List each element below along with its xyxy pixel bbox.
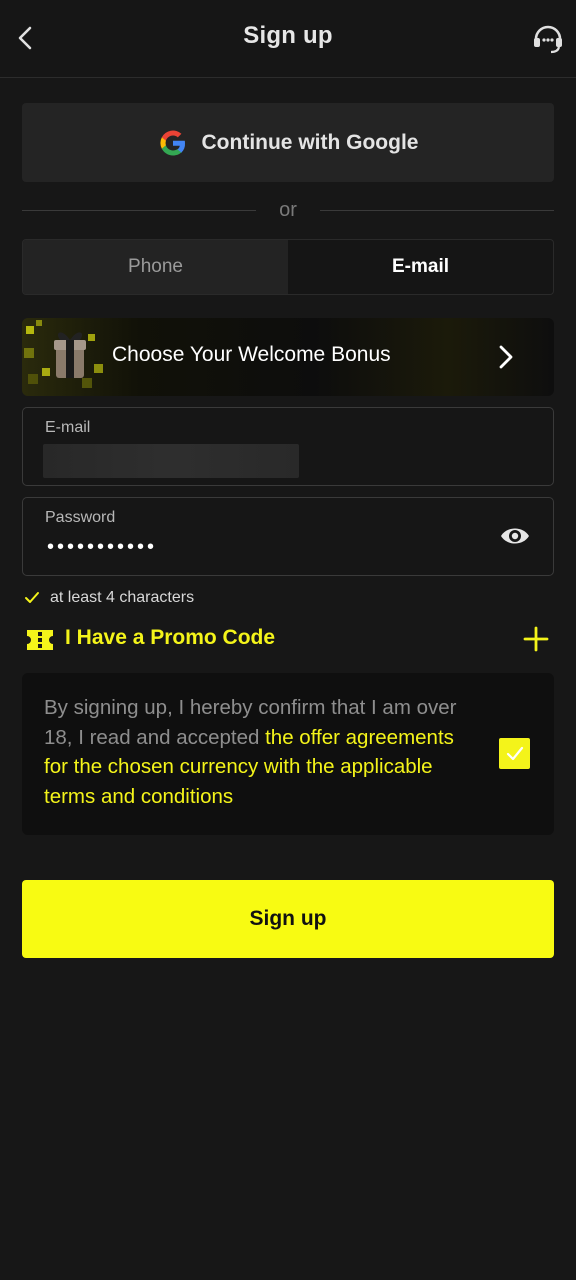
welcome-bonus-label: Choose Your Welcome Bonus <box>112 343 391 366</box>
password-value: ••••••••••• <box>47 536 158 558</box>
terms-panel: By signing up, I hereby confirm that I a… <box>22 673 554 835</box>
page-title: Sign up <box>243 22 333 49</box>
email-field[interactable]: E-mail <box>22 407 554 486</box>
promo-code-label: I Have a Promo Code <box>65 626 276 649</box>
continue-with-google-button[interactable]: Continue with Google <box>22 103 554 182</box>
password-hint-text: at least 4 characters <box>50 589 195 606</box>
top-bar: Sign up <box>0 0 576 78</box>
promo-code-toggle[interactable]: I Have a Promo Code <box>22 622 554 660</box>
headset-icon <box>534 25 562 54</box>
check-icon <box>506 746 523 760</box>
check-icon <box>25 592 39 603</box>
google-button-label: Continue with Google <box>201 130 419 154</box>
signup-method-tabs: Phone E-mail <box>22 239 554 295</box>
gift-icon <box>24 320 103 388</box>
tab-email[interactable]: E-mail <box>288 240 553 294</box>
support-button[interactable] <box>530 20 566 56</box>
ticket-icon <box>27 630 53 650</box>
tab-phone[interactable]: Phone <box>23 240 288 294</box>
terms-text: By signing up, I hereby confirm that I a… <box>44 693 474 811</box>
terms-checkbox[interactable] <box>499 738 530 769</box>
sign-up-button[interactable]: Sign up <box>22 880 554 958</box>
password-field[interactable]: Password ••••••••••• <box>22 497 554 576</box>
eye-icon[interactable] <box>499 522 531 550</box>
divider-right <box>320 210 554 211</box>
password-field-label: Password <box>45 509 116 526</box>
welcome-bonus-banner[interactable]: Choose Your Welcome Bonus <box>22 318 554 396</box>
google-logo-icon <box>159 130 185 156</box>
chevron-right-icon <box>499 345 513 369</box>
password-hint: at least 4 characters <box>24 589 194 607</box>
plus-icon <box>523 626 549 652</box>
email-field-label: E-mail <box>45 419 91 436</box>
email-value-redacted <box>43 444 299 478</box>
